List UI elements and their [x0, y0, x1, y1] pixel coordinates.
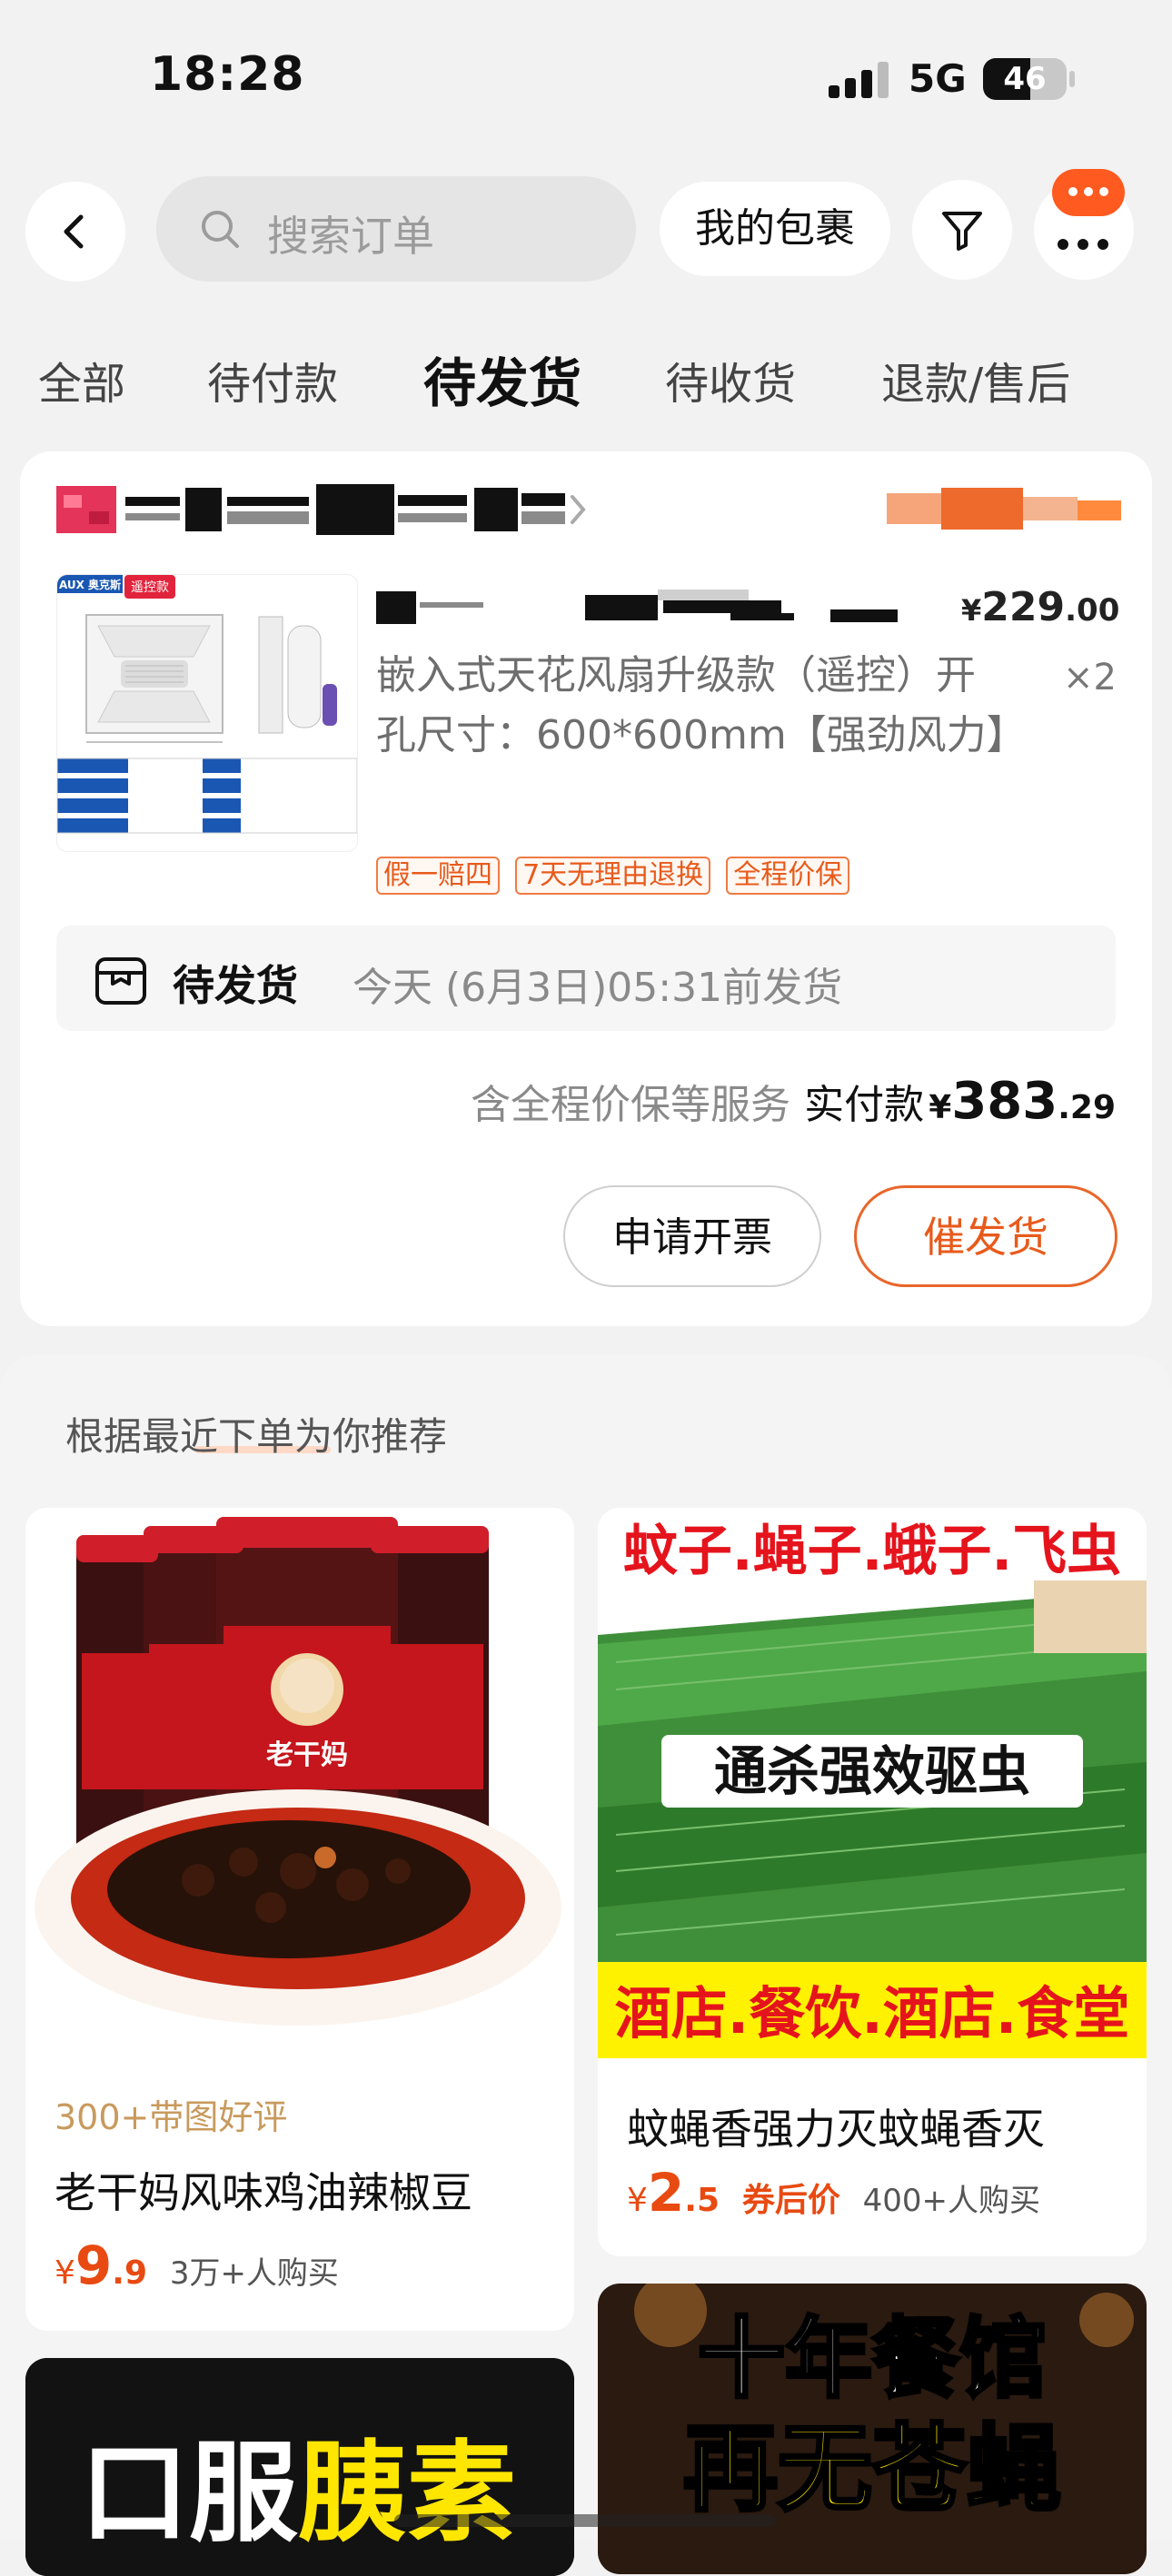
network-label: 5G [909, 56, 967, 101]
message-icon[interactable] [1052, 169, 1125, 216]
price-row: ¥2.5 券后价 400+人购买 [627, 2162, 1041, 2224]
tag-fake-compensation: 假一赔四 [376, 857, 500, 895]
order-card[interactable]: AUX 奥克斯 遥控款 ¥229.00 ×2 嵌入式天花风扇升级款（遥控）开孔尺… [20, 451, 1152, 1326]
review-count: 300+带图好评 [55, 2097, 288, 2137]
product-image-enzyme: 口服 胰素 [25, 2358, 574, 2576]
sales-count: 400+人购买 [862, 2183, 1041, 2219]
search-placeholder: 搜索订单 [267, 212, 434, 261]
chevron-right-icon [571, 495, 586, 524]
tab-pending-payment[interactable]: 待付款 [207, 348, 338, 411]
product-title-redacted[interactable] [376, 586, 958, 629]
jar-label: 老干妈 [266, 1739, 348, 1771]
more-icon [1058, 236, 1117, 253]
tag-seven-day-return: 7天无理由退换 [515, 857, 711, 895]
status-time: 18:28 [150, 47, 305, 102]
battery-icon: 46 [983, 58, 1067, 100]
order-total: 含全程价保等服务 实付款 ¥383.29 [471, 1072, 1116, 1131]
home-indicator[interactable] [394, 2514, 776, 2527]
shipping-status: 待发货 [173, 961, 298, 1010]
paid-amount: 383 [951, 1072, 1058, 1131]
search-icon [202, 211, 239, 248]
tab-refund[interactable]: 退款/售后 [881, 348, 1070, 411]
tab-all[interactable]: 全部 [38, 348, 125, 411]
my-packages-button[interactable]: 我的包裹 [660, 182, 890, 276]
urge-shipment-button[interactable]: 催发货 [854, 1185, 1117, 1287]
svg-text:胰素: 胰素 [298, 2431, 516, 2557]
brand-label: AUX 奥克斯 [59, 578, 121, 591]
sales-count: 3万+人购买 [169, 2255, 339, 2292]
product-title: 蚊蝇香强力灭蚊蝇香灭 [627, 2105, 1045, 2154]
image-slogan: 通杀强效驱虫 [714, 1740, 1030, 1802]
tab-pending-shipment[interactable]: 待发货 [423, 341, 581, 417]
search-input[interactable]: 搜索订单 [156, 176, 636, 282]
service-note: 含全程价保等服务 [471, 1082, 791, 1128]
battery-percent: 46 [1003, 61, 1047, 97]
product-quantity: ×2 [1063, 657, 1117, 698]
product-image-fly-killer: 十年餐馆 再无苍蝇 [598, 2284, 1147, 2574]
product-card-mosquito-incense[interactable]: 蚊子.蝇子.蛾子.飞虫 通杀强效驱虫 酒店.餐饮.酒店.食堂 蚊蝇香强力灭蚊蝇香… [598, 1508, 1147, 2256]
product-price: ¥229.00 [961, 584, 1120, 630]
shipping-status-box[interactable]: 待发货 今天 (6月3日)05:31前发货 [56, 926, 1116, 1031]
product-card-laoganma[interactable]: 老干妈 300+带图好评 老干妈风味鸡油辣椒豆 ¥9.9 3万+人购买 [25, 1508, 574, 2331]
price-row: ¥9.9 3万+人购买 [55, 2234, 339, 2296]
back-button[interactable] [25, 182, 125, 282]
product-description[interactable]: 嵌入式天花风扇升级款（遥控）开孔尺寸：600*600mm【强劲风力】 [376, 646, 1027, 766]
back-arrow-icon [64, 214, 84, 249]
shop-name-redacted[interactable] [125, 484, 565, 535]
remote-badge: 遥控款 [131, 580, 169, 595]
paid-label: 实付款 [804, 1082, 925, 1128]
filter-icon [942, 212, 982, 251]
package-icon [95, 957, 146, 1005]
image-headline: 蚊子.蝇子.蛾子.飞虫 [623, 1520, 1121, 1583]
shop-tag-redacted [887, 488, 1121, 530]
svg-text:口服: 口服 [80, 2431, 298, 2557]
product-title: 老干妈风味鸡油辣椒豆 [55, 2168, 472, 2217]
product-card-fly-killer[interactable]: 十年餐馆 再无苍蝇 [598, 2284, 1147, 2574]
image-footer: 酒店.餐饮.酒店.食堂 [615, 1980, 1130, 2046]
product-image-laoganma: 老干妈 [25, 1508, 574, 2058]
coupon-label: 券后价 [741, 2182, 840, 2219]
service-tags: 假一赔四 7天无理由退换 全程价保 [376, 857, 860, 895]
recommend-title: 根据最近下单为你推荐 [65, 1414, 448, 1459]
product-image-mosquito-incense: 蚊子.蝇子.蛾子.飞虫 通杀强效驱虫 酒店.餐饮.酒店.食堂 [598, 1508, 1147, 2058]
request-invoice-button[interactable]: 申请开票 [563, 1185, 821, 1287]
product-image[interactable]: AUX 奥克斯 遥控款 [56, 574, 358, 852]
tag-price-protection: 全程价保 [726, 857, 850, 895]
order-tabs: 全部 待付款 待发货 待收货 退款/售后 [0, 341, 1172, 422]
tab-pending-receipt[interactable]: 待收货 [665, 348, 796, 411]
signal-icon [829, 60, 892, 98]
shipping-deadline: 今天 (6月3日)05:31前发货 [353, 965, 843, 1011]
svg-text:再无苍蝇: 再无苍蝇 [683, 2413, 1061, 2524]
product-card-enzyme[interactable]: 口服 胰素 [25, 2358, 574, 2576]
top-bar: 搜索订单 我的包裹 [0, 173, 1172, 291]
status-bar: 18:28 5G 46 [0, 0, 1172, 154]
shop-logo[interactable] [56, 486, 116, 533]
ceiling-fan-image: AUX 奥克斯 遥控款 [57, 575, 357, 834]
filter-button[interactable] [912, 180, 1012, 280]
svg-text:十年餐馆: 十年餐馆 [698, 2308, 1047, 2410]
